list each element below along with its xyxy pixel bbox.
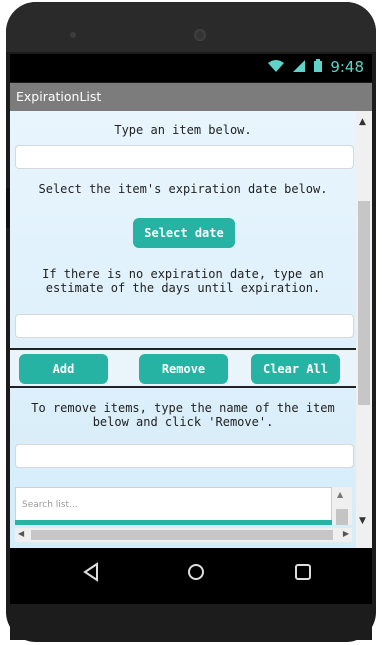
page-scroll-down-icon[interactable]: ▼ xyxy=(359,516,366,526)
page-vertical-scrollbar[interactable]: ▲ ▼ xyxy=(356,111,372,548)
page-scroll-thumb[interactable] xyxy=(358,201,370,405)
navigation-bar xyxy=(10,548,372,604)
action-button-row: Add Remove Clear All xyxy=(10,348,356,388)
app-title: ExpirationList xyxy=(16,89,102,104)
item-instruction-label: Type an item below. xyxy=(114,123,252,137)
list-scroll-thumb[interactable] xyxy=(336,509,348,525)
remove-instruction-label-2: below and click 'Remove'. xyxy=(92,415,274,429)
battery-icon xyxy=(313,58,327,76)
select-date-button[interactable]: Select date xyxy=(133,218,235,248)
remove-input[interactable] xyxy=(15,444,354,468)
remove-instruction-label-1: To remove items, type the name of the it… xyxy=(31,401,335,415)
recents-icon[interactable] xyxy=(294,562,312,586)
phone-top-bezel xyxy=(6,2,376,52)
phone-bottom-bezel xyxy=(10,604,372,640)
app-title-bar: ExpirationList xyxy=(10,83,372,111)
page-scroll-up-icon[interactable]: ▲ xyxy=(359,117,366,127)
scroll-up-icon[interactable]: ▲ xyxy=(337,490,343,499)
list-hscroll-thumb[interactable] xyxy=(31,530,333,540)
home-icon[interactable] xyxy=(186,562,206,587)
status-icons: 9:48 xyxy=(264,58,364,76)
scroll-left-icon[interactable]: ◀ xyxy=(18,529,24,538)
remove-button[interactable]: Remove xyxy=(139,354,228,384)
list-horizontal-scrollbar[interactable]: ◀ ▶ xyxy=(15,528,352,542)
scroll-right-icon[interactable]: ▶ xyxy=(343,529,349,538)
list-item[interactable] xyxy=(15,520,332,525)
status-bar: 9:48 xyxy=(10,54,372,82)
date-instruction-label: Select the item's expiration date below. xyxy=(38,182,328,196)
search-list-input[interactable]: Search list... xyxy=(15,487,332,521)
camera-icon xyxy=(194,29,206,41)
back-icon[interactable] xyxy=(82,562,100,587)
speaker-icon xyxy=(70,32,76,38)
add-button[interactable]: Add xyxy=(19,354,108,384)
wifi-icon xyxy=(267,58,289,76)
main-content: Type an item below. Select the item's ex… xyxy=(10,111,356,548)
list-vertical-scrollbar[interactable]: ▲ xyxy=(332,487,352,525)
days-instruction-label-2: estimate of the days until expiration. xyxy=(45,281,321,295)
signal-icon xyxy=(292,58,310,76)
days-input[interactable] xyxy=(15,314,354,338)
status-time: 9:48 xyxy=(330,58,364,76)
days-instruction-label-1: If there is no expiration date, type an xyxy=(42,267,324,281)
item-input[interactable] xyxy=(15,145,354,169)
clear-all-button[interactable]: Clear All xyxy=(251,354,340,384)
